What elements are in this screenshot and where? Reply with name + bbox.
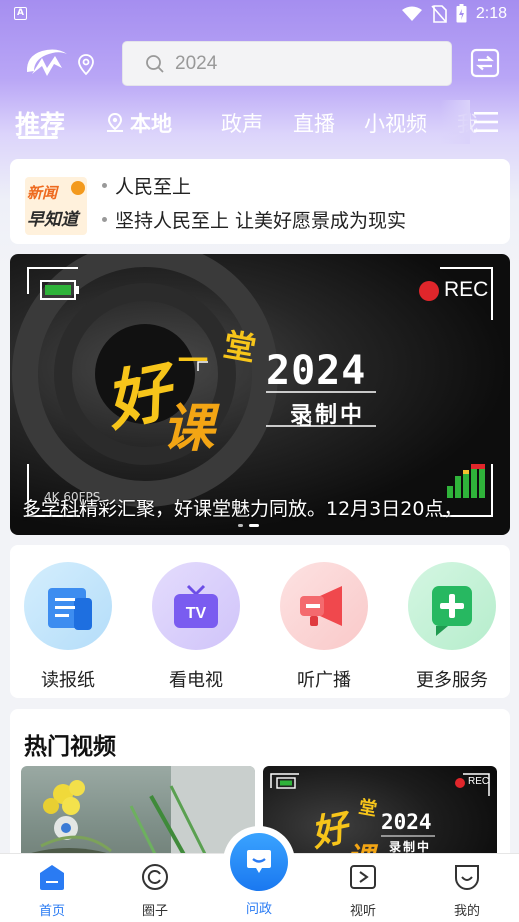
location-pin-icon bbox=[107, 112, 123, 132]
newspaper-icon bbox=[24, 562, 112, 650]
tab-politics[interactable]: 政声 bbox=[221, 108, 263, 138]
nav-inquiry-button[interactable] bbox=[223, 826, 295, 898]
video-play-icon bbox=[350, 865, 376, 889]
battery-icon bbox=[456, 4, 467, 23]
tabs-fade bbox=[440, 100, 470, 144]
service-label: 读报纸 bbox=[41, 670, 95, 691]
plus-icon bbox=[408, 562, 496, 650]
app-notification-icon: A bbox=[14, 7, 27, 20]
nav-profile[interactable]: 我的 bbox=[432, 862, 502, 919]
scan-button[interactable] bbox=[470, 48, 500, 78]
search-placeholder: 2024 bbox=[175, 52, 218, 74]
tab-live[interactable]: 直播 bbox=[293, 108, 335, 138]
nav-home[interactable]: 首页 bbox=[17, 862, 87, 919]
banner-year: 2024 bbox=[266, 348, 367, 394]
nav-label: 视听 bbox=[349, 904, 376, 919]
news-logo-line2: 早知道 bbox=[27, 210, 78, 230]
thumbnail-year: 2024 bbox=[381, 810, 432, 834]
service-label: 看电视 bbox=[169, 670, 223, 691]
service-newspaper[interactable]: 读报纸 bbox=[18, 562, 118, 692]
nav-label: 圈子 bbox=[141, 904, 168, 919]
svg-text:TV: TV bbox=[186, 605, 207, 622]
services-grid: 读报纸 TV 看电视 听广播 更多服务 bbox=[10, 545, 510, 698]
channel-tabs: 推荐 本地 政声 直播 小视频 我 bbox=[0, 100, 519, 144]
tab-local[interactable]: 本地 bbox=[104, 108, 172, 138]
status-time: 2:18 bbox=[475, 4, 507, 22]
wifi-icon bbox=[401, 6, 422, 21]
location-icon[interactable] bbox=[77, 54, 95, 76]
news-logo-line1: 新闻 bbox=[27, 184, 58, 202]
nav-label: 我的 bbox=[453, 904, 480, 919]
banner-carousel[interactable]: REC 好 一 课 堂 2024 录制中 4K 60FPS 多学科精彩汇聚，好课… bbox=[10, 254, 510, 535]
circle-icon bbox=[142, 864, 168, 890]
app-logo bbox=[26, 49, 67, 76]
status-bar: A 2:18 bbox=[0, 0, 519, 30]
news-item[interactable]: 坚持人民至上 让美好愿景成为现实 bbox=[102, 206, 406, 233]
megaphone-icon bbox=[280, 562, 368, 650]
nav-label: 问政 bbox=[245, 902, 272, 917]
sun-icon bbox=[71, 181, 85, 195]
tab-active-indicator bbox=[18, 136, 58, 139]
service-label: 更多服务 bbox=[416, 670, 488, 691]
news-item-text: 坚持人民至上 让美好愿景成为现实 bbox=[115, 210, 407, 232]
service-label: 听广播 bbox=[297, 670, 351, 691]
nav-circle[interactable]: 圈子 bbox=[120, 862, 190, 919]
news-item-text: 人民至上 bbox=[115, 176, 192, 198]
banner-recording: 录制中 bbox=[290, 403, 366, 428]
section-title: 热门视频 bbox=[24, 734, 116, 760]
banner-title-char: 一 bbox=[178, 344, 208, 379]
carousel-indicator bbox=[238, 524, 259, 527]
chat-icon bbox=[247, 850, 271, 873]
smile-icon bbox=[455, 865, 479, 890]
nav-label: 首页 bbox=[38, 904, 65, 919]
menu-icon[interactable] bbox=[472, 110, 500, 134]
search-input[interactable]: 2024 bbox=[122, 41, 452, 86]
no-sim-icon bbox=[431, 4, 447, 23]
banner-title-char: 课 bbox=[162, 399, 215, 459]
tab-short-video[interactable]: 小视频 bbox=[364, 108, 427, 138]
nav-media[interactable]: 视听 bbox=[328, 862, 398, 919]
tv-icon: TV bbox=[152, 562, 240, 650]
banner-caption: 多学科精彩汇聚，好课堂魅力同放。12月3日20点， bbox=[22, 498, 463, 520]
news-logo: 新闻 早知道 bbox=[25, 169, 87, 235]
news-ticker-card[interactable]: 新闻 早知道 人民至上 坚持人民至上 让美好愿景成为现实 bbox=[10, 159, 510, 244]
tab-local-label: 本地 bbox=[130, 112, 172, 136]
search-icon bbox=[146, 54, 164, 73]
home-icon bbox=[40, 865, 64, 890]
news-item[interactable]: 人民至上 bbox=[102, 172, 191, 199]
service-tv[interactable]: TV 看电视 bbox=[146, 562, 246, 692]
rec-label: REC bbox=[444, 278, 489, 301]
service-radio[interactable]: 听广播 bbox=[274, 562, 374, 692]
rec-label: REC bbox=[468, 776, 490, 787]
service-more[interactable]: 更多服务 bbox=[402, 562, 502, 692]
